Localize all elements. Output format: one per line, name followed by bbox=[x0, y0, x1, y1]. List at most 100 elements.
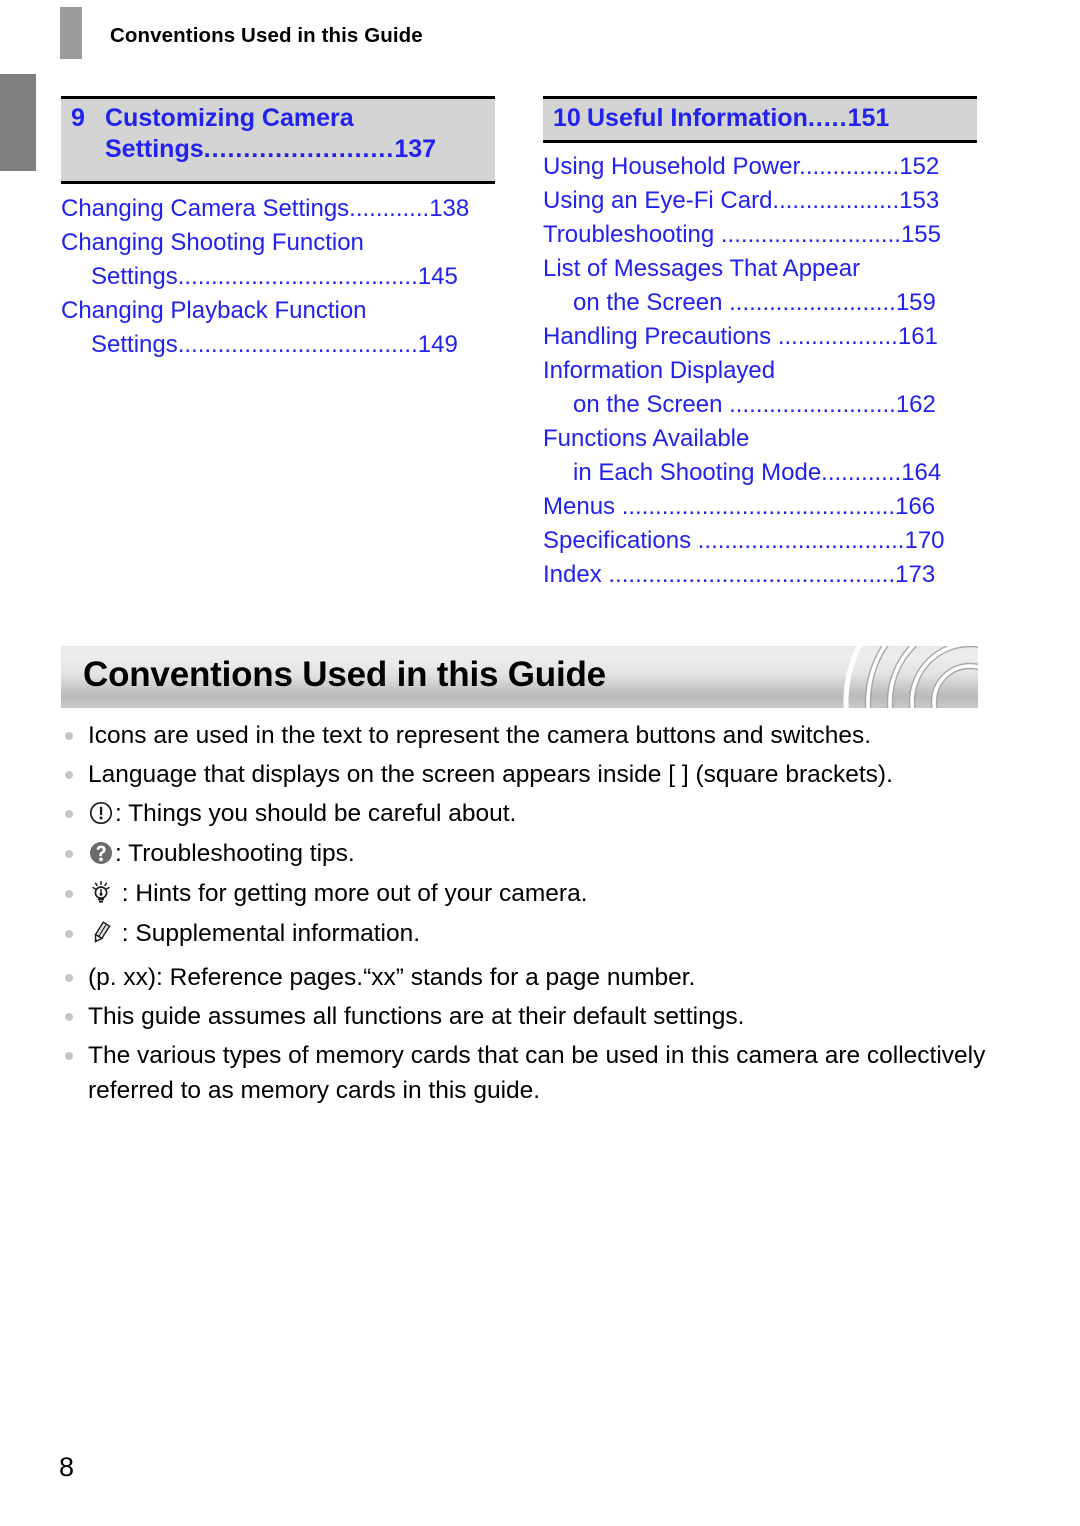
toc-entry-leader: ........................... bbox=[720, 221, 901, 248]
toc-chapter-header-10[interactable]: 10 Useful Information.....151 bbox=[543, 96, 977, 143]
list-item-text: : Supplemental information. bbox=[115, 920, 421, 947]
toc-entry-list-left: Changing Camera Settings............138 … bbox=[61, 184, 495, 362]
toc-entry[interactable]: Changing Shooting Function bbox=[61, 226, 495, 260]
page-title: Conventions Used in this Guide bbox=[110, 24, 423, 47]
toc-entry-label: Menus bbox=[543, 493, 622, 520]
toc-chapter-number: 9 bbox=[71, 104, 85, 132]
pencil-icon bbox=[88, 920, 114, 956]
list-item: Icons are used in the text to represent … bbox=[61, 718, 991, 753]
list-item-text: : Hints for getting more out of your cam… bbox=[115, 880, 588, 907]
list-item: The various types of memory cards that c… bbox=[61, 1038, 991, 1108]
section-title: Conventions Used in this Guide bbox=[83, 655, 606, 694]
toc-entry-label: Using Household Power bbox=[543, 153, 800, 180]
list-item-text: : Things you should be careful about. bbox=[115, 800, 517, 827]
list-item: Language that displays on the screen app… bbox=[61, 757, 991, 792]
toc-entry[interactable]: Menus ..................................… bbox=[543, 490, 977, 524]
bullet-dot-icon bbox=[65, 732, 73, 740]
toc-entry-list-right: Using Household Power...............152 … bbox=[543, 143, 977, 592]
toc-chapter-page: 151 bbox=[847, 104, 890, 132]
toc-entry[interactable]: Handling Precautions ..................1… bbox=[543, 320, 977, 354]
toc-entry-page: 161 bbox=[897, 323, 938, 350]
toc-entry[interactable]: Functions Available bbox=[543, 422, 977, 456]
toc-entry-label: Specifications bbox=[543, 527, 698, 554]
toc-entry[interactable]: Changing Camera Settings............138 bbox=[61, 192, 495, 226]
toc-entry-label: Information Displayed bbox=[543, 357, 776, 384]
lightbulb-icon bbox=[88, 880, 114, 916]
toc-entry-label: on the Screen bbox=[573, 391, 730, 418]
toc-entry-leader: ......................... bbox=[729, 289, 896, 316]
toc-entry-leader: ........................................… bbox=[608, 561, 896, 588]
toc-entry[interactable]: in Each Shooting Mode............164 bbox=[543, 456, 977, 490]
list-item: (p. xx): Reference pages.“xx” stands for… bbox=[61, 960, 991, 995]
toc-entry[interactable]: Using Household Power...............152 bbox=[543, 150, 977, 184]
toc-entry-leader: ............ bbox=[821, 459, 902, 486]
list-item-text: The various types of memory cards that c… bbox=[88, 1042, 986, 1104]
toc-entry-label: Changing Shooting Function bbox=[61, 229, 364, 256]
toc-entry-page: 138 bbox=[429, 195, 470, 222]
list-item-text: Icons are used in the text to represent … bbox=[88, 722, 872, 749]
toc-entry-page: 164 bbox=[901, 459, 942, 486]
exclamation-circle-icon bbox=[88, 800, 114, 836]
toc-entry-page: 159 bbox=[895, 289, 936, 316]
toc-chapter-leader: ........................ bbox=[203, 135, 395, 163]
list-item-text: : Troubleshooting tips. bbox=[115, 840, 355, 867]
toc-entry-leader: ................... bbox=[772, 187, 900, 214]
toc-entry[interactable]: Using an Eye-Fi Card...................1… bbox=[543, 184, 977, 218]
toc-entry-label: List of Messages That Appear bbox=[543, 255, 861, 282]
toc-entry-page: 149 bbox=[417, 331, 458, 358]
question-circle-icon bbox=[88, 840, 114, 876]
toc-entry[interactable]: on the Screen .........................1… bbox=[543, 388, 977, 422]
toc-entry[interactable]: List of Messages That Appear bbox=[543, 252, 977, 286]
bullet-dot-icon bbox=[65, 1052, 73, 1060]
toc-column-right: 10 Useful Information.....151 Using House… bbox=[543, 96, 977, 592]
toc-entry[interactable]: Specifications .........................… bbox=[543, 524, 977, 558]
toc-chapter-header-9[interactable]: 9 Customizing Camera Settings............… bbox=[61, 96, 495, 184]
toc-entry-leader: ............... bbox=[799, 153, 900, 180]
concentric-arcs-decoration-icon bbox=[843, 646, 978, 708]
toc-entry-label: Index bbox=[543, 561, 609, 588]
toc-entry[interactable]: Changing Playback Function bbox=[61, 294, 495, 328]
toc-chapter-number: 10 bbox=[553, 104, 581, 132]
toc-entry[interactable]: Index ..................................… bbox=[543, 558, 977, 592]
toc-entry-label: Functions Available bbox=[543, 425, 750, 452]
toc-entry-label: Settings bbox=[91, 263, 178, 290]
bullet-dot-icon bbox=[65, 890, 73, 898]
toc-entry[interactable]: Information Displayed bbox=[543, 354, 977, 388]
toc-entry[interactable]: Settings................................… bbox=[61, 260, 495, 294]
toc-entry-page: 166 bbox=[895, 493, 936, 520]
toc-entry-label: Using an Eye-Fi Card bbox=[543, 187, 773, 214]
toc-entry[interactable]: Settings................................… bbox=[61, 328, 495, 362]
list-item: : Troubleshooting tips. bbox=[61, 836, 991, 876]
toc-entry-label: in Each Shooting Mode bbox=[573, 459, 822, 486]
toc-entry[interactable]: Troubleshooting ........................… bbox=[543, 218, 977, 252]
page-number: 8 bbox=[59, 1452, 75, 1482]
toc-entry-label: Handling Precautions bbox=[543, 323, 778, 350]
toc-entry-label: Changing Playback Function bbox=[61, 297, 367, 324]
toc-entry-page: 153 bbox=[899, 187, 940, 214]
toc-chapter-title-line2: Settings bbox=[105, 135, 204, 163]
toc-entry-page: 145 bbox=[417, 263, 458, 290]
bullet-dot-icon bbox=[65, 810, 73, 818]
toc-entry[interactable]: on the Screen .........................1… bbox=[543, 286, 977, 320]
toc-entry-label: on the Screen bbox=[573, 289, 730, 316]
list-item-text: This guide assumes all functions are at … bbox=[88, 1003, 745, 1030]
toc-entry-label: Settings bbox=[91, 331, 178, 358]
toc-entry-label: Changing Camera Settings bbox=[61, 195, 350, 222]
list-item-text: Language that displays on the screen app… bbox=[88, 761, 893, 788]
toc-entry-leader: ............ bbox=[349, 195, 430, 222]
toc-column-left: 9 Customizing Camera Settings............… bbox=[61, 96, 495, 362]
toc-entry-leader: .................. bbox=[777, 323, 898, 350]
running-header: Conventions Used in this Guide bbox=[0, 0, 1080, 62]
list-item-text: (p. xx): Reference pages.“xx” stands for… bbox=[88, 964, 696, 991]
toc-entry-label: Troubleshooting bbox=[543, 221, 721, 248]
toc-entry-leader: ........................................… bbox=[621, 493, 896, 520]
toc-entry-leader: ......................... bbox=[729, 391, 896, 418]
list-item: : Things you should be careful about. bbox=[61, 796, 991, 836]
list-item: : Supplemental information. bbox=[61, 916, 991, 956]
chapter-edge-tab-icon bbox=[0, 74, 36, 171]
toc-entry-leader: .................................... bbox=[177, 263, 418, 290]
list-item: This guide assumes all functions are at … bbox=[61, 999, 991, 1034]
list-item: : Hints for getting more out of your cam… bbox=[61, 876, 991, 916]
toc-chapter-title-line1: Customizing Camera bbox=[105, 104, 354, 132]
conventions-list: Icons are used in the text to represent … bbox=[61, 718, 991, 1112]
